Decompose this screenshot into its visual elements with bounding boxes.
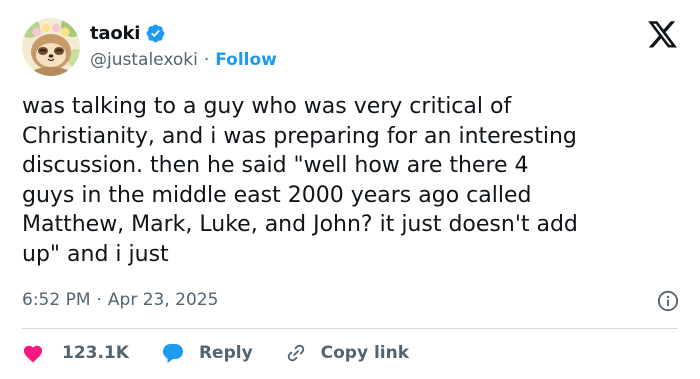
author-name-row: taoki (90, 21, 166, 45)
x-logo-icon[interactable] (648, 21, 678, 49)
info-icon[interactable] (657, 290, 679, 312)
separator: · (203, 50, 210, 70)
heart-icon (23, 345, 43, 363)
divider (22, 328, 678, 329)
tweet-card: taoki @justalexoki · Follow was talking … (0, 0, 700, 379)
like-button[interactable]: 123.1K (22, 343, 129, 363)
tweet-date[interactable]: Apr 23, 2025 (108, 290, 219, 310)
author-handle-row: @justalexoki · Follow (90, 48, 277, 72)
copy-link-button[interactable]: Copy link (285, 342, 409, 364)
avatar-icon (22, 18, 80, 76)
avatar[interactable] (22, 18, 80, 76)
tweet-time[interactable]: 6:52 PM (22, 290, 91, 310)
handle[interactable]: @justalexoki (90, 50, 198, 70)
timestamp[interactable]: 6:52 PM · Apr 23, 2025 (22, 288, 218, 312)
tweet-text: was talking to a guy who was very critic… (22, 94, 578, 267)
display-name[interactable]: taoki (90, 23, 140, 44)
timestamp-separator: · (96, 290, 102, 310)
like-count: 123.1K (62, 343, 129, 363)
follow-button[interactable]: Follow (215, 50, 277, 70)
link-icon (287, 344, 304, 362)
reply-button[interactable]: Reply (161, 342, 253, 364)
copy-link-label: Copy link (320, 343, 410, 363)
reply-label: Reply (198, 343, 253, 363)
verified-badge-icon (145, 23, 166, 44)
action-bar: 123.1K Reply Copy link (22, 339, 441, 367)
speech-bubble-icon (162, 344, 183, 363)
